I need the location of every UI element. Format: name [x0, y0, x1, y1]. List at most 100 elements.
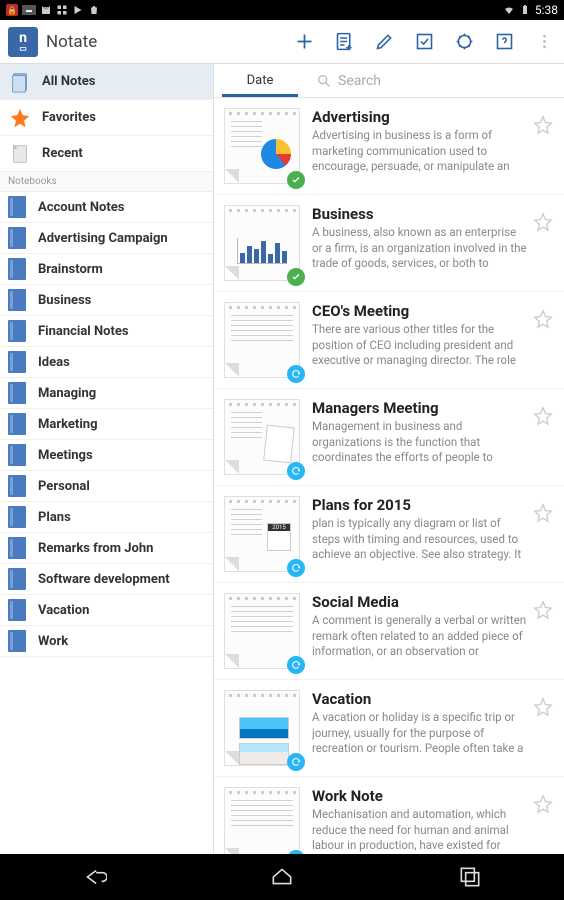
notebook-item[interactable]: Meetings [0, 440, 213, 471]
note-title: Work Note [312, 787, 528, 805]
notebook-icon [8, 630, 26, 652]
notebook-item[interactable]: Financial Notes [0, 316, 213, 347]
note-title: CEO's Meeting [312, 302, 528, 320]
notebook-item[interactable]: Work [0, 626, 213, 657]
home-button[interactable] [252, 854, 312, 900]
note-item[interactable]: CEO's Meeting There are various other tit… [214, 292, 564, 389]
note-thumbnail [224, 302, 300, 378]
battery-icon [519, 4, 531, 16]
notebook-label: Plans [38, 510, 71, 525]
note-desc: A business, also known as an enterprise … [312, 225, 528, 272]
sidebar: All NotesFavorites Recent Notebooks Accou… [0, 64, 214, 854]
notebook-item[interactable]: Vacation [0, 595, 213, 626]
notebook-icon [8, 351, 26, 373]
notebook-label: Software development [38, 572, 170, 587]
new-note-button[interactable] [324, 20, 364, 64]
nav-recent[interactable]: Recent [0, 136, 213, 172]
app-logo-icon: n▭ [8, 27, 38, 57]
overflow-button[interactable] [524, 20, 564, 64]
note-thumbnail [224, 108, 300, 184]
note-item[interactable]: Business A business, also known as an ent… [214, 195, 564, 292]
favorite-button[interactable] [528, 302, 558, 378]
notebook-label: Managing [38, 386, 96, 401]
status-badge-sync [287, 559, 305, 577]
note-desc: There are various other titles for the p… [312, 322, 528, 369]
notebook-icon [8, 413, 26, 435]
note-title: Social Media [312, 593, 528, 611]
star-icon [532, 793, 554, 815]
tab-date[interactable]: Date [214, 64, 306, 97]
notebook-item[interactable]: Remarks from John [0, 533, 213, 564]
notebook-icon [8, 289, 26, 311]
notebook-item[interactable]: Ideas [0, 347, 213, 378]
note-list[interactable]: AdvertisingAdvertising in business is a … [214, 98, 564, 854]
note-desc: A vacation or holiday is a specific trip… [312, 710, 528, 757]
note-desc: Advertising in business is a form of mar… [312, 128, 528, 175]
note-thumbnail [224, 690, 300, 766]
note-item[interactable]: VacationA vacation or holiday is a speci… [214, 680, 564, 777]
notebooks-header: Notebooks [0, 172, 213, 192]
favorite-button[interactable] [528, 690, 558, 766]
notebook-label: Personal [38, 479, 90, 494]
notebook-item[interactable]: Marketing [0, 409, 213, 440]
note-thumbnail [224, 496, 300, 572]
clock-text: 5:38 [535, 3, 558, 17]
notebook-item[interactable]: Advertising Campaign [0, 223, 213, 254]
wifi-icon [503, 4, 515, 16]
note-desc: plan is typically any diagram or list of… [312, 516, 528, 563]
notebook-label: Account Notes [38, 200, 124, 215]
notebook-icon [8, 444, 26, 466]
status-badge-ok [287, 268, 305, 286]
favorite-button[interactable] [528, 205, 558, 281]
all-icon [8, 70, 32, 94]
search-input[interactable]: Search [306, 64, 564, 97]
star-icon [532, 696, 554, 718]
favorite-button[interactable] [528, 496, 558, 572]
note-desc: Management in business and organizations… [312, 419, 528, 466]
edit-button[interactable] [364, 20, 404, 64]
notebook-icon [8, 475, 26, 497]
star-icon [532, 405, 554, 427]
star-icon [532, 502, 554, 524]
favorite-button[interactable] [528, 108, 558, 184]
note-item[interactable]: Plans for 2015plan is typically any diag… [214, 486, 564, 583]
android-nav-bar [0, 854, 564, 900]
notebook-item[interactable]: Account Notes [0, 192, 213, 223]
nav-favorites[interactable]: Favorites [0, 100, 213, 136]
select-button[interactable] [404, 20, 444, 64]
notebook-item[interactable]: Brainstorm [0, 254, 213, 285]
star-icon [532, 308, 554, 330]
grid-icon [56, 4, 68, 16]
notebook-item[interactable]: Personal [0, 471, 213, 502]
note-title: Business [312, 205, 528, 223]
nav-all[interactable]: All Notes [0, 64, 213, 100]
note-item[interactable]: Managers Meeting Management in business a… [214, 389, 564, 486]
note-item[interactable]: Social MediaA comment is generally a ver… [214, 583, 564, 680]
add-button[interactable] [284, 20, 324, 64]
notebook-icon [8, 382, 26, 404]
back-button[interactable] [64, 854, 124, 900]
note-thumbnail [224, 399, 300, 475]
notebook-label: Remarks from John [38, 541, 153, 556]
nav-label: Recent [42, 146, 83, 161]
note-item[interactable]: Work NoteMechanisation and automation, w… [214, 777, 564, 854]
notebook-label: Financial Notes [38, 324, 129, 339]
lock-icon: 🔒 [6, 4, 18, 16]
app-badge-icon: ▬ [22, 5, 36, 15]
search-icon [316, 73, 332, 89]
note-title: Managers Meeting [312, 399, 528, 417]
help-button[interactable] [484, 20, 524, 64]
status-bar: 🔒 ▬ 5:38 [0, 0, 564, 20]
notebook-item[interactable]: Plans [0, 502, 213, 533]
favorite-button[interactable] [528, 399, 558, 475]
favorite-button[interactable] [528, 787, 558, 854]
note-item[interactable]: AdvertisingAdvertising in business is a … [214, 98, 564, 195]
tabs: Date Search [214, 64, 564, 98]
favorite-button[interactable] [528, 593, 558, 669]
notebook-icon [8, 537, 26, 559]
settings-button[interactable] [444, 20, 484, 64]
notebook-item[interactable]: Business [0, 285, 213, 316]
notebook-item[interactable]: Managing [0, 378, 213, 409]
recents-button[interactable] [440, 854, 500, 900]
notebook-item[interactable]: Software development [0, 564, 213, 595]
